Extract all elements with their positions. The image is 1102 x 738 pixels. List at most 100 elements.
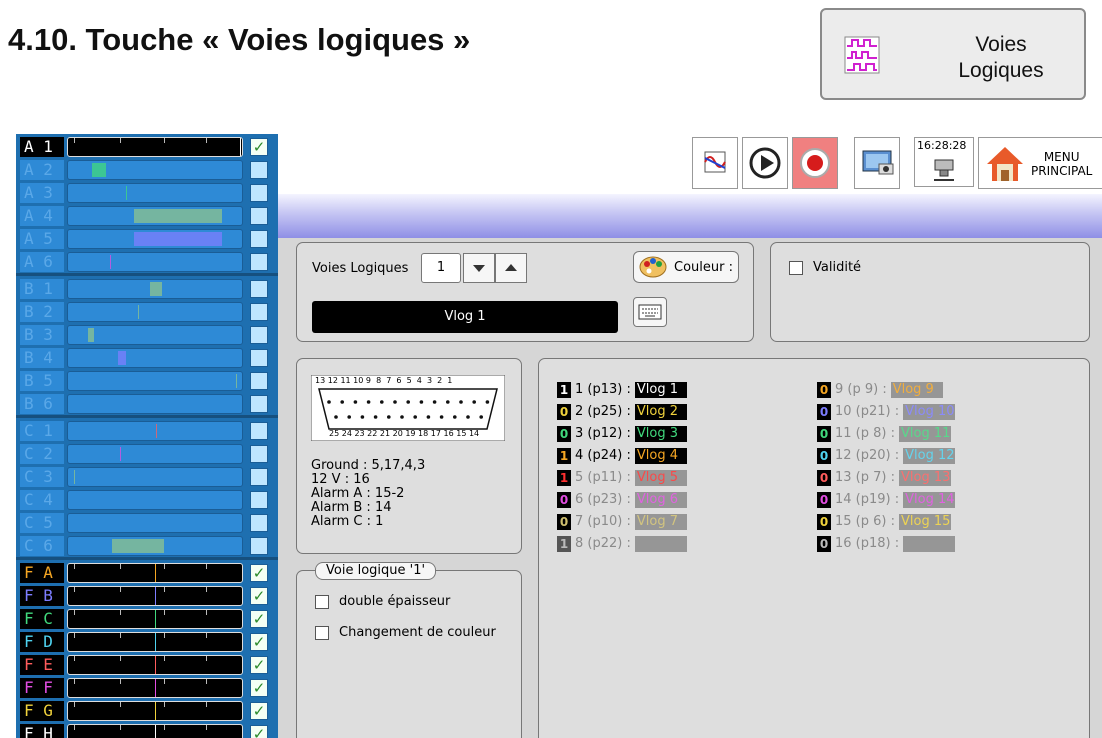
validite-checkbox[interactable]	[789, 261, 803, 275]
channel-row[interactable]: F E ✓	[16, 653, 278, 676]
channel-checkbox[interactable]	[250, 422, 268, 440]
play-button[interactable]	[742, 137, 788, 189]
channel-row[interactable]: F H ✓	[16, 722, 278, 738]
channel-trace	[67, 513, 243, 533]
voie-down-button[interactable]	[463, 253, 495, 283]
channel-row[interactable]: B 2	[16, 300, 278, 323]
channel-row[interactable]: C 5	[16, 511, 278, 534]
validite-panel: Validité	[770, 242, 1090, 342]
channel-row[interactable]: C 4	[16, 488, 278, 511]
channel-row[interactable]: B 1	[16, 277, 278, 300]
graph-button[interactable]	[692, 137, 738, 189]
channel-row[interactable]: F D ✓	[16, 630, 278, 653]
channel-label: A 4	[20, 206, 64, 226]
mapping-row[interactable]: 1 4 (p24) : Vlog 4	[557, 447, 687, 465]
vlog-name: Vlog 11	[899, 425, 951, 442]
channel-row[interactable]: A 3	[16, 181, 278, 204]
mapping-row[interactable]: 0 12 (p20) : Vlog 12	[817, 447, 956, 465]
channel-checkbox[interactable]: ✓	[250, 138, 268, 156]
channel-checkbox[interactable]	[250, 445, 268, 463]
keyboard-button[interactable]	[633, 297, 667, 327]
clock-usb-button[interactable]: 16:28:28	[914, 137, 974, 187]
channel-row[interactable]: B 5	[16, 369, 278, 392]
mapping-row[interactable]: 1 8 (p22) :	[557, 535, 687, 553]
state-badge: 0	[817, 381, 831, 398]
channel-row[interactable]: F B ✓	[16, 584, 278, 607]
channel-checkbox[interactable]	[250, 514, 268, 532]
trace-tick	[74, 587, 75, 592]
waveform-graph-icon	[704, 151, 726, 173]
channel-checkbox[interactable]	[250, 280, 268, 298]
voies-button-label: Voies Logiques	[926, 32, 1076, 84]
channel-row[interactable]: A 1 ✓	[16, 135, 278, 158]
voie-name-field[interactable]: Vlog 1	[312, 301, 618, 333]
mapping-row[interactable]: 0 3 (p12) : Vlog 3	[557, 425, 687, 443]
main-menu-button[interactable]: MENU PRINCIPAL	[978, 137, 1102, 189]
channel-checkbox[interactable]: ✓	[250, 656, 268, 674]
channel-checkbox[interactable]	[250, 349, 268, 367]
channel-row[interactable]: B 6	[16, 392, 278, 415]
channel-checkbox[interactable]	[250, 303, 268, 321]
channel-row[interactable]: C 2	[16, 442, 278, 465]
changement-couleur-label: Changement de couleur	[339, 625, 496, 640]
channel-row[interactable]: B 4	[16, 346, 278, 369]
channel-row[interactable]: B 3	[16, 323, 278, 346]
mapping-row[interactable]: 0 14 (p19) : Vlog 14	[817, 491, 956, 509]
channel-row[interactable]: F A ✓	[16, 561, 278, 584]
channel-row[interactable]: A 2	[16, 158, 278, 181]
channel-checkbox[interactable]	[250, 207, 268, 225]
channel-checkbox[interactable]	[250, 537, 268, 555]
channel-row[interactable]: F F ✓	[16, 676, 278, 699]
mapping-row[interactable]: 0 13 (p 7) : Vlog 13	[817, 469, 951, 487]
screenshot-button[interactable]	[854, 137, 900, 189]
mapping-row[interactable]: 0 9 (p 9) : Vlog 9	[817, 381, 943, 399]
channel-label: F F	[20, 678, 64, 698]
couleur-button[interactable]: Couleur :	[633, 251, 739, 283]
mapping-row[interactable]: 1 5 (p11) : Vlog 5	[557, 469, 687, 487]
channel-checkbox[interactable]: ✓	[250, 725, 268, 738]
changement-couleur-checkbox[interactable]	[315, 626, 329, 640]
voies-logiques-button[interactable]: Voies Logiques	[820, 8, 1086, 100]
trace-cursor	[155, 725, 156, 738]
channel-checkbox[interactable]	[250, 395, 268, 413]
trace-tick	[206, 138, 207, 143]
pin-label: 10 (p21) :	[835, 404, 900, 419]
mapping-row[interactable]: 0 2 (p25) : Vlog 2	[557, 403, 687, 421]
channel-checkbox[interactable]	[250, 491, 268, 509]
channel-trace	[67, 467, 243, 487]
voie-up-button[interactable]	[495, 253, 527, 283]
channel-checkbox[interactable]: ✓	[250, 679, 268, 697]
channel-checkbox[interactable]: ✓	[250, 702, 268, 720]
channel-checkbox[interactable]	[250, 372, 268, 390]
channel-trace	[67, 229, 243, 249]
channel-checkbox[interactable]: ✓	[250, 610, 268, 628]
channel-row[interactable]: A 6	[16, 250, 278, 273]
channel-row[interactable]: F G ✓	[16, 699, 278, 722]
channel-checkbox[interactable]: ✓	[250, 564, 268, 582]
channel-row[interactable]: C 6	[16, 534, 278, 557]
channel-checkbox[interactable]	[250, 253, 268, 271]
record-button[interactable]	[792, 137, 838, 189]
voie-number-field[interactable]: 1	[421, 253, 461, 283]
double-epaisseur-checkbox[interactable]	[315, 595, 329, 609]
channel-checkbox[interactable]	[250, 184, 268, 202]
mapping-row[interactable]: 0 16 (p18) :	[817, 535, 956, 553]
mapping-row[interactable]: 0 6 (p23) : Vlog 6	[557, 491, 687, 509]
channel-checkbox[interactable]: ✓	[250, 587, 268, 605]
channel-row[interactable]: A 5	[16, 227, 278, 250]
channel-row[interactable]: F C ✓	[16, 607, 278, 630]
channel-checkbox[interactable]	[250, 161, 268, 179]
trace-segment	[92, 163, 106, 177]
mapping-row[interactable]: 0 11 (p 8) : Vlog 11	[817, 425, 951, 443]
mapping-row[interactable]: 1 1 (p13) : Vlog 1	[557, 381, 687, 399]
channel-row[interactable]: A 4	[16, 204, 278, 227]
mapping-row[interactable]: 0 10 (p21) : Vlog 10	[817, 403, 956, 421]
channel-checkbox[interactable]	[250, 326, 268, 344]
mapping-row[interactable]: 0 7 (p10) : Vlog 7	[557, 513, 687, 531]
channel-checkbox[interactable]	[250, 468, 268, 486]
mapping-row[interactable]: 0 15 (p 6) : Vlog 15	[817, 513, 951, 531]
channel-row[interactable]: C 3	[16, 465, 278, 488]
channel-checkbox[interactable]: ✓	[250, 633, 268, 651]
channel-checkbox[interactable]	[250, 230, 268, 248]
channel-row[interactable]: C 1	[16, 419, 278, 442]
